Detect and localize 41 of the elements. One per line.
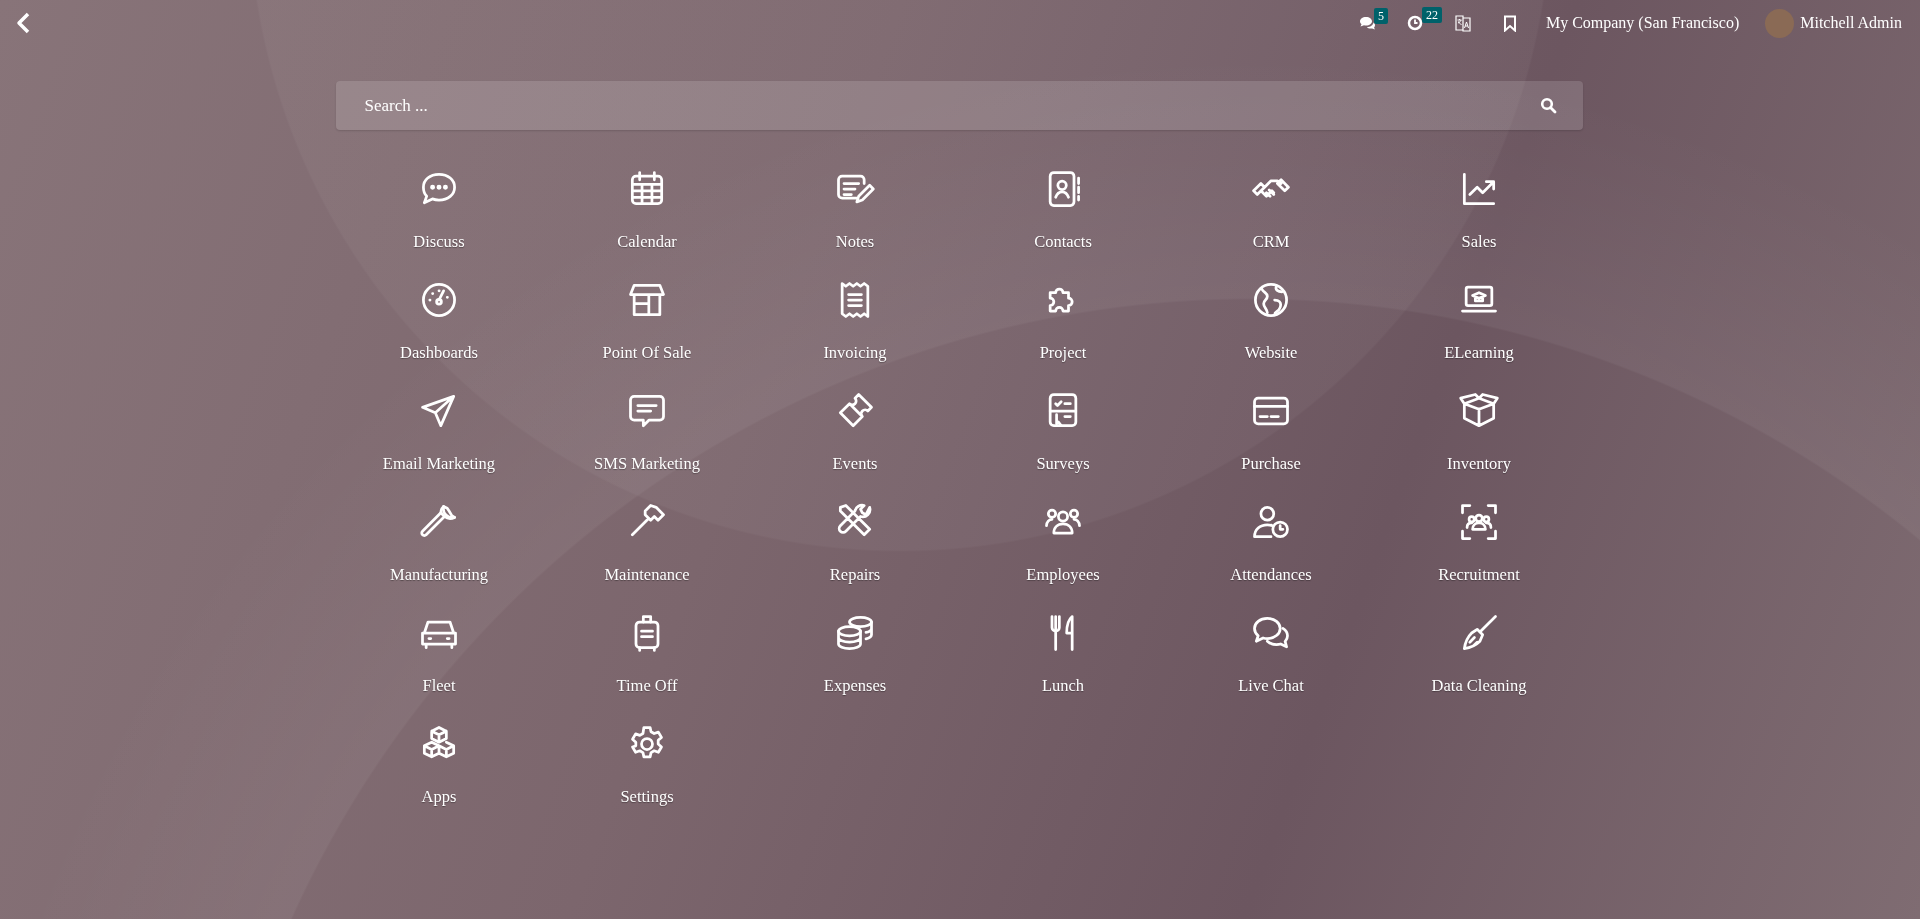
app-launcher[interactable]: Project (959, 276, 1167, 387)
app-launcher[interactable]: Invoicing (751, 276, 959, 387)
app-launcher[interactable]: Employees (959, 498, 1167, 609)
app-launcher[interactable]: Contacts (959, 165, 1167, 276)
search-icon[interactable] (1539, 97, 1557, 114)
app-launcher[interactable]: Manufacturing (335, 498, 543, 609)
app-launcher[interactable]: Purchase (1167, 387, 1375, 498)
company-switcher[interactable]: My Company (San Francisco) (1545, 14, 1740, 32)
app-launcher[interactable]: Website (1167, 276, 1375, 387)
app-launcher[interactable]: Fleet (335, 609, 543, 720)
app-launcher[interactable]: SMS Marketing (543, 387, 751, 498)
clock-icon[interactable] (1406, 15, 1423, 31)
app-launcher[interactable]: Email Marketing (335, 387, 543, 498)
user-menu[interactable]: Mitchell Admin (1765, 8, 1902, 38)
app-launcher[interactable]: Data Cleaning (1375, 609, 1583, 720)
user-name: Mitchell Admin (1800, 14, 1902, 32)
app-launcher[interactable]: Events (751, 387, 959, 498)
app-launcher[interactable]: Settings (543, 720, 751, 831)
app-launcher[interactable]: Time Off (543, 609, 751, 720)
app-launcher[interactable]: Apps (335, 720, 543, 831)
app-launcher[interactable]: Expenses (751, 609, 959, 720)
app-launcher[interactable]: Sales (1375, 165, 1583, 276)
app-launcher[interactable]: Maintenance (543, 498, 751, 609)
app-launcher[interactable]: CRM (1167, 165, 1375, 276)
app-launcher[interactable]: Repairs (751, 498, 959, 609)
app-launcher[interactable]: Point Of Sale (543, 276, 751, 387)
app-launcher[interactable]: Calendar (543, 165, 751, 276)
chat-icon[interactable] (1358, 15, 1376, 31)
avatar-placeholder (1765, 8, 1795, 38)
app-launcher[interactable]: Dashboards (335, 276, 543, 387)
app-launcher[interactable]: ELearning (1375, 276, 1583, 387)
app-launcher[interactable]: Lunch (959, 609, 1167, 720)
app-launcher[interactable]: Attendances (1167, 498, 1375, 609)
app-launcher[interactable]: Live Chat (1167, 609, 1375, 720)
app-launcher[interactable]: Notes (751, 165, 959, 276)
app-launcher[interactable]: Inventory (1375, 387, 1583, 498)
activity-count-badge: 22 (1421, 7, 1442, 23)
app-launcher[interactable]: Discuss (335, 165, 543, 276)
app-launcher[interactable]: Surveys (959, 387, 1167, 498)
message-count-badge: 5 (1373, 7, 1388, 24)
app-launcher[interactable]: Recruitment (1375, 498, 1583, 609)
